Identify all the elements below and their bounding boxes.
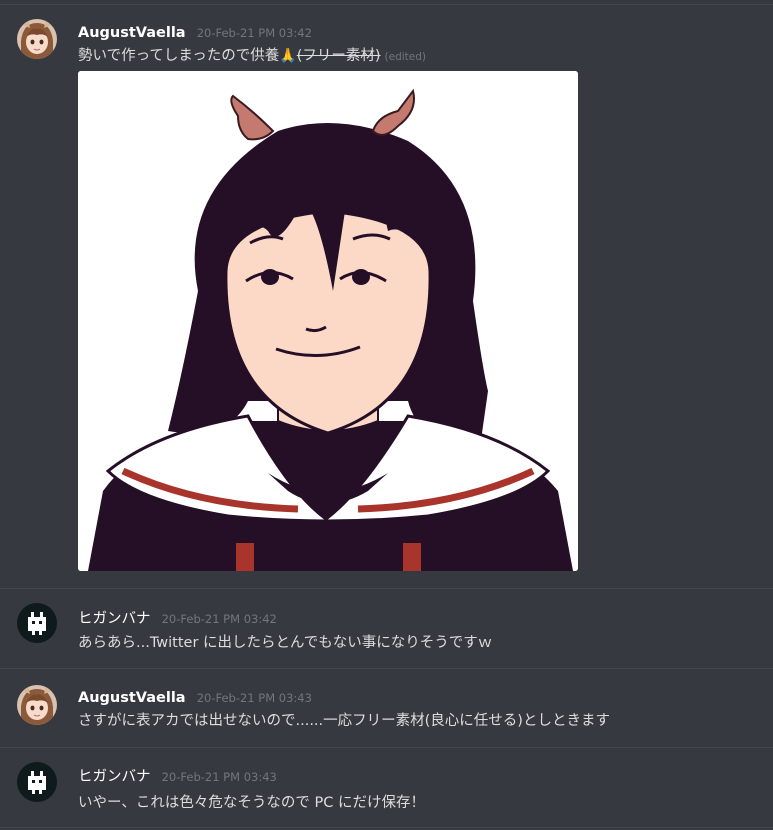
anime-girl-with-horns-illustration bbox=[78, 71, 578, 571]
message-2: ヒガンバナ 20-Feb-21 PM 03:42 あらあら...Twitter … bbox=[0, 589, 773, 667]
image-attachment[interactable] bbox=[78, 71, 578, 571]
pixel-creature-avatar-icon[interactable] bbox=[17, 762, 57, 802]
message-3: AugustVaella 20-Feb-21 PM 03:43 さすがに表アカで… bbox=[0, 669, 773, 747]
author-name[interactable]: AugustVaella bbox=[78, 25, 186, 41]
message-text: あらあら...Twitter に出したらとんでもない事になりそうですｗ bbox=[78, 635, 493, 651]
message-main-text: 勢いで作ってしまったので供養 bbox=[78, 48, 280, 64]
timestamp: 20-Feb-21 PM 03:42 bbox=[196, 26, 312, 40]
message-4: ヒガンバナ 20-Feb-21 PM 03:43 いやー、これは色々危なそうなの… bbox=[0, 748, 773, 830]
anime-girl-avatar-icon[interactable] bbox=[17, 685, 57, 725]
timestamp: 20-Feb-21 PM 03:43 bbox=[161, 770, 277, 784]
message-text: いやー、これは色々危なそうなので PC にだけ保存！ bbox=[78, 795, 425, 811]
author-name[interactable]: ヒガンバナ bbox=[78, 611, 151, 627]
bottom-divider bbox=[0, 827, 773, 828]
author-name[interactable]: ヒガンバナ bbox=[78, 769, 151, 785]
message-text: 勢いで作ってしまったので供養🙏(フリー素材) (edited) bbox=[78, 44, 426, 65]
folded-hands-emoji-icon: 🙏 bbox=[279, 48, 297, 64]
pixel-creature-avatar-icon[interactable] bbox=[17, 603, 57, 643]
edited-label: (edited) bbox=[384, 51, 427, 63]
message-text: さすがに表アカでは出せないので......一応フリー素材(良心に任せる)としとき… bbox=[78, 713, 610, 729]
anime-girl-avatar-icon[interactable] bbox=[17, 19, 57, 59]
timestamp: 20-Feb-21 PM 03:42 bbox=[161, 612, 277, 626]
message-1: AugustVaella 20-Feb-21 PM 03:42 勢いで作ってしま… bbox=[0, 0, 773, 580]
timestamp: 20-Feb-21 PM 03:43 bbox=[196, 691, 312, 705]
author-name[interactable]: AugustVaella bbox=[78, 690, 186, 706]
strikethrough-text: (フリー素材) bbox=[296, 48, 381, 64]
